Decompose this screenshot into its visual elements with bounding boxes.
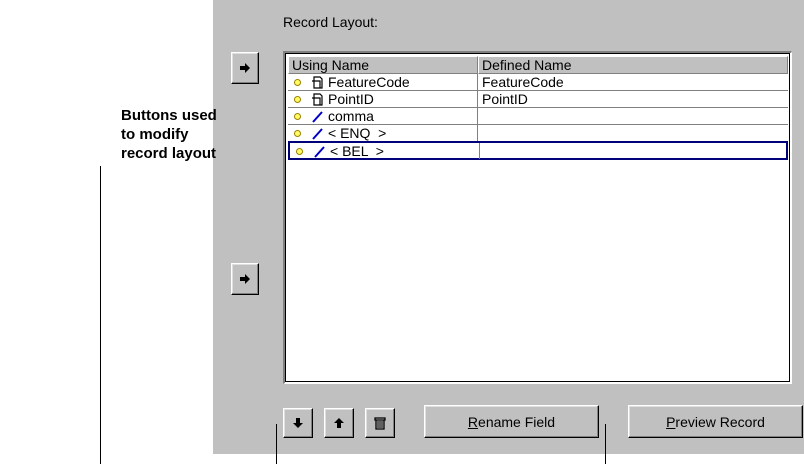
using-name-text: comma: [328, 108, 374, 124]
defined-name-cell: [480, 143, 786, 159]
arrow-up-icon: [333, 417, 345, 429]
arrow-down-icon: [292, 417, 304, 429]
using-name-cell: < ENQ >: [288, 125, 478, 141]
record-layout-label: Record Layout:: [283, 14, 378, 30]
arrow-right-icon: [239, 273, 251, 285]
using-name-text: FeatureCode: [328, 74, 410, 90]
list-item[interactable]: comma: [288, 108, 788, 125]
using-name-text: < BEL >: [330, 143, 384, 159]
delete-button[interactable]: [365, 408, 395, 438]
move-down-button[interactable]: [283, 408, 313, 438]
field-icon: [311, 92, 325, 106]
annotation-line-2: to modify: [121, 126, 189, 143]
column-header-defined-name[interactable]: Defined Name: [478, 56, 788, 74]
using-name-text: < ENQ >: [328, 125, 387, 141]
defined-name-cell: [478, 108, 788, 124]
list-item[interactable]: PointID PointID: [288, 91, 788, 108]
list-item[interactable]: < BEL >: [288, 141, 788, 160]
annotation-text: Buttons used to modify record layout: [121, 106, 217, 163]
bullet-icon: [296, 147, 303, 155]
separator-icon: [311, 127, 325, 140]
defined-name-cell: FeatureCode: [482, 74, 564, 90]
arrow-right-icon: [239, 62, 251, 74]
list-rows: FeatureCode FeatureCode PointID PointID comm…: [288, 74, 788, 160]
defined-name-cell: PointID: [482, 91, 528, 107]
bullet-icon: [294, 129, 301, 137]
separator-icon: [311, 110, 325, 123]
callout-line-rename: [605, 424, 606, 464]
using-name-cell: FeatureCode: [288, 74, 478, 90]
move-up-button[interactable]: [324, 408, 354, 438]
bullet-icon: [294, 112, 301, 120]
record-layout-list[interactable]: Using Name Defined Name FeatureCode Featu…: [283, 51, 792, 384]
defined-name-cell: [478, 125, 788, 141]
bullet-icon: [294, 78, 301, 86]
add-field-button[interactable]: [231, 52, 259, 84]
rename-field-label: Rename Field: [467, 413, 556, 430]
field-icon: [311, 75, 325, 89]
using-name-cell: comma: [288, 108, 478, 124]
using-name-cell: < BEL >: [290, 143, 480, 159]
annotation-line-3: record layout: [121, 145, 217, 162]
annotation-callout-line: [100, 166, 101, 464]
bullet-icon: [294, 95, 301, 103]
separator-icon: [313, 145, 327, 158]
preview-record-label: Preview Record: [666, 413, 765, 430]
callout-line-move-buttons: [276, 424, 277, 464]
trash-icon: [374, 416, 386, 430]
column-header-using-name[interactable]: Using Name: [288, 56, 478, 74]
preview-record-button[interactable]: Preview Record: [628, 405, 803, 438]
annotation-line-1: Buttons used: [121, 107, 217, 124]
add-separator-button[interactable]: [231, 263, 259, 295]
using-name-cell: PointID: [288, 91, 478, 107]
using-name-text: PointID: [328, 91, 374, 107]
list-header: Using Name Defined Name: [288, 56, 788, 74]
list-item[interactable]: < ENQ >: [288, 125, 788, 142]
list-item[interactable]: FeatureCode FeatureCode: [288, 74, 788, 91]
rename-field-button[interactable]: Rename Field: [424, 405, 599, 438]
